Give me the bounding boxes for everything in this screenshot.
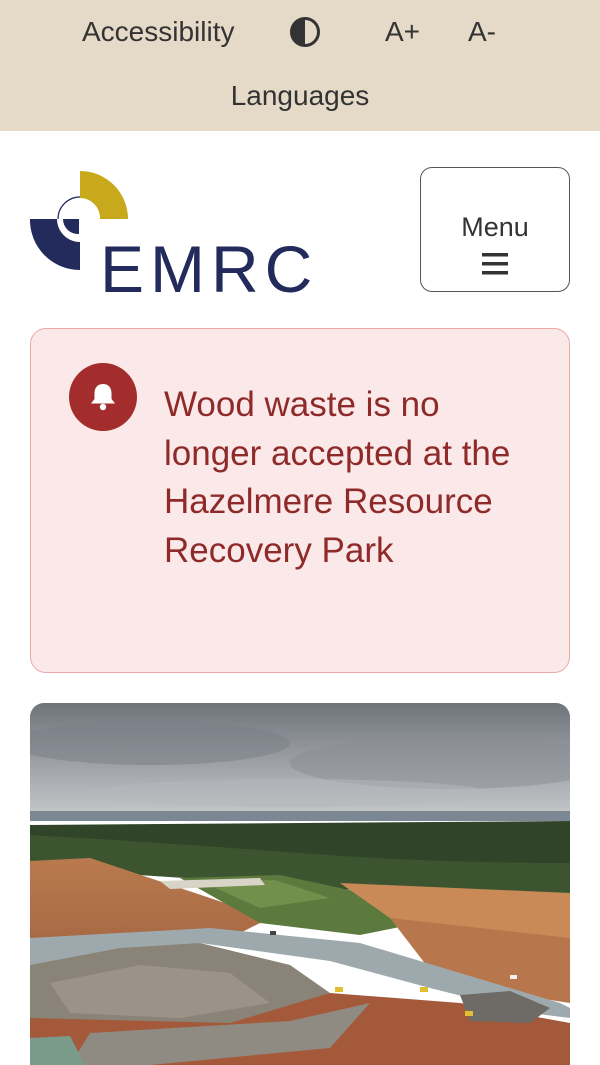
menu-label: Menu (461, 212, 529, 242)
contrast-icon[interactable] (289, 16, 321, 48)
font-decrease-button[interactable]: A- (468, 12, 496, 52)
hero-image (30, 703, 570, 1065)
accessibility-controls: Accessibility A+ A- (0, 12, 600, 52)
accessibility-bar: Accessibility A+ A- Languages (0, 0, 600, 131)
font-increase-button[interactable]: A+ (385, 12, 420, 52)
menu-button[interactable]: Menu (420, 167, 570, 292)
bell-icon (69, 363, 137, 431)
accessibility-label[interactable]: Accessibility (82, 12, 234, 52)
languages-button[interactable]: Languages (0, 78, 600, 114)
alert-banner[interactable]: Wood waste is no longer accepted at the … (30, 328, 570, 673)
alert-message: Wood waste is no longer accepted at the … (164, 385, 511, 570)
emrc-logo[interactable]: EMRC (29, 168, 320, 306)
logo-text: EMRC (100, 232, 318, 296)
site-header: EMRC Menu (0, 131, 600, 328)
hamburger-icon (482, 253, 508, 275)
